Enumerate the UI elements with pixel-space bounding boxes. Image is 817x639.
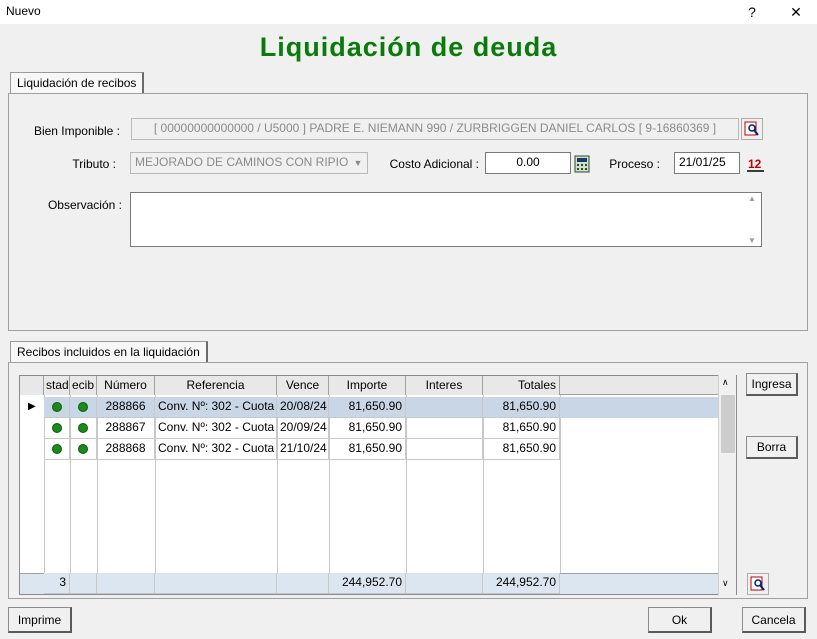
recibo-cell [70,418,97,439]
footer-cell [70,573,97,594]
col-importe[interactable]: Importe [329,376,406,395]
bien-imponible-label: Bien Imponible : [33,124,120,138]
search-icon[interactable] [741,118,763,140]
close-button[interactable]: ✕ [776,0,816,24]
referencia-cell[interactable]: Conv. Nº: 302 - Cuota [155,439,277,460]
chevron-down-icon[interactable]: ▼ [349,153,367,173]
totales-cell[interactable]: 81,650.90 [483,439,560,460]
title-bar [0,0,817,24]
search-icon[interactable] [747,573,769,595]
bien-imponible-field[interactable]: [ 00000000000000 / U5000 ] PADRE E. NIEM… [131,118,739,140]
footer-cell [277,573,329,594]
chevron-up-icon[interactable]: ∧ [722,377,729,388]
grid-scroll-thumb[interactable] [721,395,735,453]
status-dot-icon [51,423,62,433]
imprime-button[interactable]: Imprime [8,607,72,633]
window-title: Nuevo [6,4,41,18]
calendar-icon[interactable]: 12 [746,154,766,174]
importe-cell[interactable]: 81,650.90 [329,439,406,460]
status-dot-icon [51,402,62,412]
page-title: Liquidación de deuda [259,32,558,62]
costo-adicional-label: Costo Adicional : [389,157,479,171]
footer-cell [406,573,483,594]
grid-divider [560,395,561,594]
ingresa-button[interactable]: Ingresa [746,373,798,396]
importe-cell[interactable]: 81,650.90 [329,418,406,439]
tab-liquidacion-recibos[interactable]: Liquidación de recibos [10,72,145,94]
tributo-label: Tributo : [72,157,116,171]
grid-header-indicator [20,376,44,395]
chevron-down-icon[interactable]: ∨ [722,578,729,589]
totales-cell[interactable]: 81,650.90 [483,418,560,439]
col-vence[interactable]: Vence [277,376,329,395]
interes-cell[interactable] [406,439,483,460]
footer-count: 3 [44,573,70,594]
ok-button[interactable]: Ok [648,607,712,633]
status-dot-icon [51,444,62,454]
borra-button[interactable]: Borra [746,436,798,459]
numero-cell[interactable]: 288867 [97,418,155,439]
recibo-cell [70,439,97,460]
status-dot-icon [78,402,88,412]
totales-cell[interactable]: 81,650.90 [483,397,560,418]
row-pointer-icon: ▶ [28,401,36,412]
observacion-label: Observación : [47,198,122,212]
vence-cell[interactable]: 20/09/24 [277,418,329,439]
col-totales[interactable]: Totales [483,376,560,395]
referencia-cell[interactable]: Conv. Nº: 302 - Cuota [155,397,277,418]
observacion-scrollbar[interactable]: ▲ ▼ [744,194,760,245]
interes-cell[interactable] [406,397,483,418]
calculator-icon[interactable] [574,155,590,173]
scroll-down-icon[interactable]: ▼ [748,236,756,245]
footer-cell [97,573,155,594]
vence-cell[interactable]: 21/10/24 [277,439,329,460]
referencia-cell[interactable]: Conv. Nº: 302 - Cuota [155,418,277,439]
proceso-date-input[interactable]: 21/01/25 [674,152,740,174]
help-button[interactable]: ? [732,0,772,24]
svg-text:12: 12 [748,157,762,171]
cancela-button[interactable]: Cancela [742,607,806,633]
col-recibo[interactable]: ecib [70,376,97,395]
tab-recibos-incluidos[interactable]: Recibos incluidos en la liquidación [10,341,208,363]
estado-cell [44,418,70,439]
importe-cell[interactable]: 81,650.90 [329,397,406,418]
vence-cell[interactable]: 20/08/24 [277,397,329,418]
scroll-up-icon[interactable]: ▲ [748,194,756,203]
status-dot-icon [78,423,88,433]
col-estado[interactable]: stad [44,376,70,395]
grid-scrollbar[interactable]: ∧ ∨ [718,375,736,595]
observacion-textarea[interactable] [130,192,762,247]
proceso-label: Proceso : [609,157,660,171]
estado-cell [44,439,70,460]
interes-cell[interactable] [406,418,483,439]
numero-cell[interactable]: 288866 [97,397,155,418]
recibos-grid[interactable]: stad ecib Número Referencia Vence Import… [19,375,737,595]
numero-cell[interactable]: 288868 [97,439,155,460]
status-dot-icon [78,444,88,454]
footer-totales: 244,952.70 [483,573,560,594]
footer-cell [155,573,277,594]
recibo-cell [70,397,97,418]
footer-importe: 244,952.70 [329,573,406,594]
col-numero[interactable]: Número [97,376,155,395]
col-referencia[interactable]: Referencia [155,376,277,395]
estado-cell [44,397,70,418]
tributo-select[interactable]: MEJORADO DE CAMINOS CON RIPIO [130,152,368,174]
col-interes[interactable]: Interes [406,376,483,395]
costo-adicional-input[interactable]: 0.00 [485,152,571,174]
